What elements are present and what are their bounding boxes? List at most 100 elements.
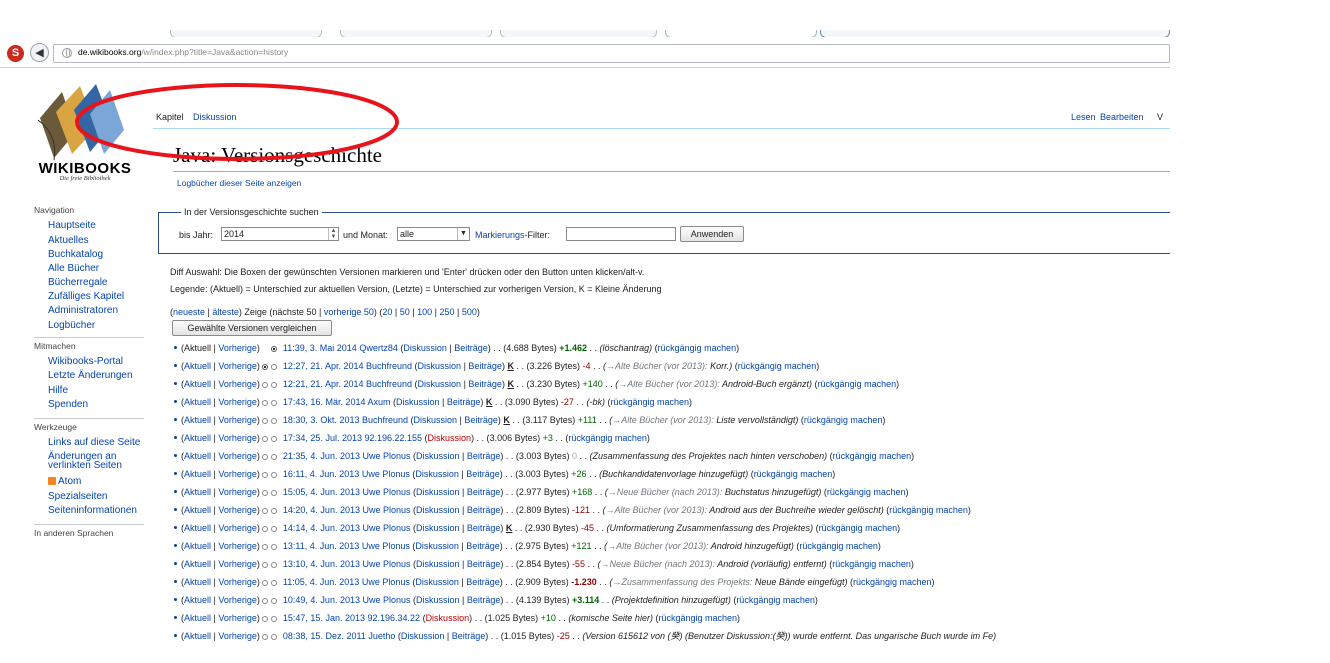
diff-radio[interactable] — [271, 634, 278, 640]
diff-previous-link[interactable]: Vorherige — [218, 559, 257, 569]
section-link[interactable]: →Neue Bücher (nach 2013): — [600, 559, 715, 569]
user-contribs-link[interactable]: Beiträge — [454, 343, 488, 353]
sidebar-item-hauptseite[interactable]: Hauptseite — [48, 220, 96, 231]
user-contribs-link[interactable]: Beiträge — [464, 415, 498, 425]
diff-radio[interactable] — [271, 382, 278, 388]
oldid-radio[interactable] — [262, 634, 269, 640]
compare-versions-button[interactable]: Gewählte Versionen vergleichen — [172, 320, 332, 336]
diff-current-link[interactable]: Aktuell — [184, 415, 211, 425]
user-link[interactable]: Uwe Plonus — [362, 595, 410, 605]
user-link[interactable]: Buchfreund — [366, 361, 412, 371]
undo-link[interactable]: rückgängig machen — [819, 523, 898, 533]
diff-current-link[interactable]: Aktuell — [184, 469, 211, 479]
diff-current-link[interactable]: Aktuell — [184, 595, 211, 605]
diff-current-link[interactable]: Aktuell — [184, 505, 211, 515]
diff-radio[interactable] — [271, 544, 278, 550]
user-talk-link[interactable]: Diskussion — [416, 505, 460, 515]
oldid-radio[interactable] — [262, 382, 269, 388]
sidebar-item-buecherregale[interactable]: Bücherregale — [48, 277, 107, 288]
user-contribs-link[interactable]: Beiträge — [467, 559, 501, 569]
user-talk-link[interactable]: Diskussion — [428, 433, 472, 443]
undo-link[interactable]: rückgängig machen — [658, 613, 737, 623]
newest-link[interactable]: neueste — [173, 307, 205, 317]
user-link[interactable]: Uwe Plonus — [362, 577, 410, 587]
user-contribs-link[interactable]: Beiträge — [466, 541, 500, 551]
oldid-radio[interactable] — [262, 436, 269, 442]
log-link[interactable]: Logbücher dieser Seite anzeigen — [177, 178, 301, 188]
user-link[interactable]: Buchfreund — [366, 379, 412, 389]
sidebar-item-hilfe[interactable]: Hilfe — [48, 385, 68, 396]
oldid-radio[interactable] — [262, 544, 269, 550]
diff-previous-link[interactable]: Vorherige — [218, 595, 257, 605]
diff-radio[interactable] — [271, 346, 278, 352]
sidebar-item-buchkatalog[interactable]: Buchkatalog — [48, 249, 103, 260]
user-talk-link[interactable]: Diskussion — [415, 469, 459, 479]
user-contribs-link[interactable]: Beiträge — [467, 451, 501, 461]
diff-previous-link[interactable]: Vorherige — [218, 523, 257, 533]
user-link[interactable]: Uwe Plonus — [362, 469, 410, 479]
sidebar-item-links-auf-diese-seite[interactable]: Links auf diese Seite — [48, 437, 140, 448]
tag-filter-input[interactable] — [566, 227, 676, 241]
chevron-down-icon[interactable]: ▼ — [457, 228, 469, 240]
tab-kapitel[interactable]: Kapitel — [156, 112, 184, 122]
diff-current-link[interactable]: Aktuell — [184, 577, 211, 587]
sidebar-item-wikibooks-portal[interactable]: Wikibooks-Portal — [48, 356, 123, 367]
user-contribs-link[interactable]: Beiträge — [467, 523, 501, 533]
sidebar-item-seiteninformationen[interactable]: Seiteninformationen — [48, 505, 137, 516]
diff-previous-link[interactable]: Vorherige — [218, 469, 257, 479]
revision-timestamp-link[interactable]: 16:11, 4. Jun. 2013 — [283, 469, 359, 479]
user-contribs-link[interactable]: Beiträge — [466, 469, 500, 479]
oldid-radio[interactable] — [262, 400, 269, 406]
user-contribs-link[interactable]: Beiträge — [467, 487, 501, 497]
diff-radio[interactable] — [271, 562, 278, 568]
user-link[interactable]: Juetho — [368, 631, 395, 641]
sidebar-item-aktuelles[interactable]: Aktuelles — [48, 235, 89, 246]
limit-250-link[interactable]: 250 — [439, 307, 454, 317]
diff-previous-link[interactable]: Vorherige — [218, 397, 257, 407]
diff-radio[interactable] — [271, 400, 278, 406]
undo-link[interactable]: rückgängig machen — [818, 379, 897, 389]
tab-diskussion[interactable]: Diskussion — [193, 112, 237, 122]
user-talk-link[interactable]: Diskussion — [415, 577, 459, 587]
diff-radio[interactable] — [271, 598, 278, 604]
revision-timestamp-link[interactable]: 11:39, 3. Mai 2014 — [283, 343, 357, 353]
user-link[interactable]: 92.196.22.155 — [364, 433, 422, 443]
user-link[interactable]: Uwe Plonus — [362, 505, 410, 515]
diff-previous-link[interactable]: Vorherige — [218, 361, 257, 371]
user-talk-link[interactable]: Diskussion — [414, 415, 458, 425]
diff-previous-link[interactable]: Vorherige — [218, 631, 257, 641]
diff-radio[interactable] — [271, 508, 278, 514]
revision-timestamp-link[interactable]: 15:47, 15. Jan. 2013 — [283, 613, 365, 623]
diff-current-link[interactable]: Aktuell — [184, 613, 211, 623]
user-talk-link[interactable]: Diskussion — [416, 451, 460, 461]
limit-20-link[interactable]: 20 — [382, 307, 392, 317]
user-contribs-link[interactable]: Beiträge — [467, 595, 501, 605]
sidebar-item-verlinkten-seiten[interactable]: verlinkten Seiten — [48, 460, 122, 471]
undo-link[interactable]: rückgängig machen — [833, 451, 912, 461]
diff-current-link[interactable]: Aktuell — [184, 541, 211, 551]
oldid-radio[interactable] — [262, 616, 269, 622]
revision-timestamp-link[interactable]: 14:14, 4. Jun. 2013 — [283, 523, 360, 533]
user-talk-link[interactable]: Diskussion — [416, 523, 460, 533]
revision-timestamp-link[interactable]: 08:38, 15. Dez. 2011 — [283, 631, 366, 641]
sidebar-item-alle-buecher[interactable]: Alle Bücher — [48, 263, 99, 274]
user-link[interactable]: Buchfreund — [362, 415, 408, 425]
diff-radio[interactable] — [271, 454, 278, 460]
revision-timestamp-link[interactable]: 12:27, 21. Apr. 2014 — [283, 361, 364, 371]
section-link[interactable]: →Alte Bücher (vor 2013): — [607, 541, 709, 551]
undo-link[interactable]: rückgängig machen — [832, 559, 911, 569]
diff-radio[interactable] — [271, 616, 278, 622]
diff-radio[interactable] — [271, 418, 278, 424]
user-talk-link[interactable]: Diskussion — [416, 595, 460, 605]
revision-timestamp-link[interactable]: 17:34, 25. Jul. 2013 — [283, 433, 362, 443]
diff-previous-link[interactable]: Vorherige — [218, 451, 257, 461]
sidebar-item-logbuecher[interactable]: Logbücher — [48, 320, 95, 331]
user-contribs-link[interactable]: Beiträge — [452, 631, 486, 641]
diff-previous-link[interactable]: Vorherige — [218, 343, 257, 353]
sidebar-item-spezialseiten[interactable]: Spezialseiten — [48, 491, 107, 502]
revision-timestamp-link[interactable]: 18:30, 3. Okt. 2013 — [283, 415, 360, 425]
diff-radio[interactable] — [271, 490, 278, 496]
revision-timestamp-link[interactable]: 13:11, 4. Jun. 2013 — [283, 541, 359, 551]
oldid-radio[interactable] — [262, 562, 269, 568]
oldid-radio[interactable] — [262, 454, 269, 460]
